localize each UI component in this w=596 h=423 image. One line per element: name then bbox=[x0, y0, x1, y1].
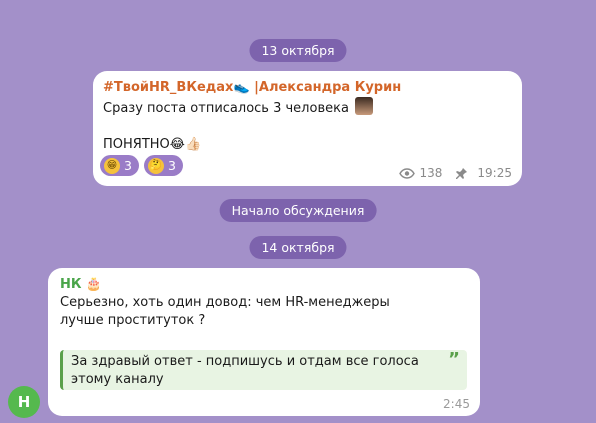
comment-bubble[interactable]: НК 🎂 Серьезно, хоть один довод: чем HR-м… bbox=[48, 268, 480, 416]
reactions-bar: 😁 3 🤔 3 bbox=[100, 155, 183, 176]
eye-icon bbox=[398, 167, 415, 179]
post-meta: 138 19:25 bbox=[398, 166, 512, 180]
post-header: #ТвойHR_ВКедах👟 |Александра Курин bbox=[103, 79, 512, 97]
reply-quote[interactable]: За здравый ответ - подпишусь и отдам все… bbox=[60, 350, 467, 390]
comment-author-row: НК 🎂 bbox=[60, 276, 468, 294]
reaction-thinking[interactable]: 🤔 3 bbox=[143, 155, 183, 176]
reaction-count: 3 bbox=[167, 158, 176, 173]
post-line-2: ПОНЯТНО bbox=[103, 137, 170, 152]
laugh-thumbs-emoji: 😂👍🏻 bbox=[169, 137, 202, 152]
post-line-1: Сразу поста отписалось 3 человека bbox=[103, 101, 349, 116]
channel-name[interactable]: #ТвойHR_ВКедах bbox=[103, 80, 233, 95]
reaction-grin[interactable]: 😁 3 bbox=[100, 155, 139, 176]
views-count: 138 bbox=[419, 166, 443, 180]
sneaker-icon: 👟 bbox=[233, 80, 250, 95]
post-line-2-wrap: ПОНЯТНО😂👍🏻 bbox=[103, 136, 512, 154]
pin-icon bbox=[455, 167, 468, 180]
comment-author[interactable]: НК bbox=[60, 276, 82, 294]
post-time: 19:25 bbox=[477, 166, 512, 180]
date-pill-oct-13: 13 октября bbox=[249, 39, 347, 62]
comment-time: 2:45 bbox=[443, 397, 470, 411]
author-photo-icon bbox=[355, 97, 374, 115]
quote-mark-icon: ” bbox=[448, 349, 460, 370]
date-pill-oct-14: 14 октября bbox=[249, 236, 347, 259]
quote-text: За здравый ответ - подпишусь и отдам все… bbox=[71, 354, 419, 387]
reaction-count: 3 bbox=[124, 158, 132, 173]
channel-post-bubble[interactable]: #ТвойHR_ВКедах👟 |Александра Курин Сразу … bbox=[93, 71, 522, 186]
post-text: Сразу поста отписалось 3 человека bbox=[103, 97, 512, 118]
post-author[interactable]: |Александра Курин bbox=[254, 80, 401, 95]
discussion-start-pill: Начало обсуждения bbox=[219, 199, 377, 222]
thinking-emoji-icon: 🤔 bbox=[147, 157, 164, 174]
grin-emoji-icon: 😁 bbox=[104, 157, 120, 174]
cake-icon: 🎂 bbox=[85, 277, 102, 292]
comment-text: Серьезно, хоть один довод: чем HR-менедж… bbox=[60, 295, 390, 328]
user-avatar[interactable]: Н bbox=[8, 386, 40, 418]
